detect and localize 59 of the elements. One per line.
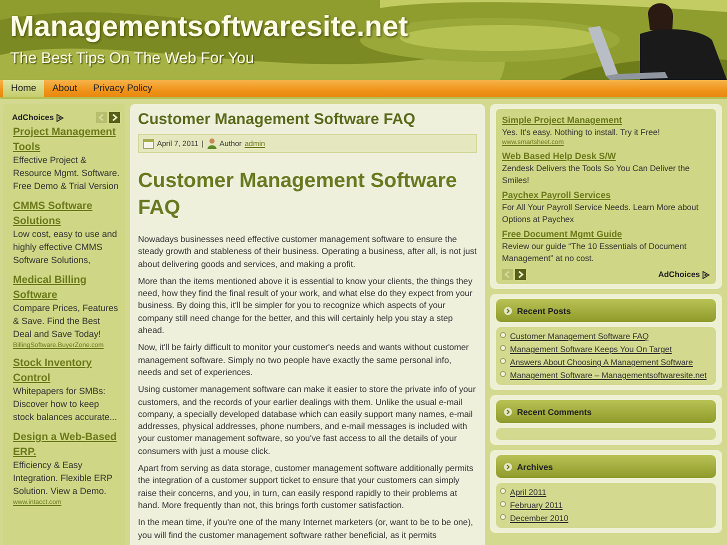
ad-text: Effective Project & Resource Mgmt. Software. Free Demo & Trial Version bbox=[13, 154, 120, 193]
bullet-icon bbox=[500, 345, 506, 351]
bullet-icon bbox=[500, 332, 506, 338]
ad-title-link[interactable]: Stock Inventory Control bbox=[13, 356, 120, 385]
ad-title-link[interactable]: Web Based Help Desk S/W bbox=[502, 150, 710, 162]
nav-tab[interactable]: Home bbox=[3, 80, 44, 97]
adchoices-label[interactable]: AdChoices bbox=[658, 270, 700, 279]
bullet-icon bbox=[500, 488, 506, 494]
person-icon bbox=[206, 138, 217, 149]
ad-title-link[interactable]: Paychex Payroll Services bbox=[502, 189, 710, 201]
adchoices-label[interactable]: AdChoices bbox=[12, 113, 54, 122]
ad-text: Efficiency & Easy Integration. Flexible ERP Solution. View a Demo. bbox=[13, 459, 114, 498]
widget-title: Recent Posts bbox=[517, 306, 571, 316]
adchoices-icon bbox=[702, 270, 710, 278]
widget-link[interactable]: Management Software – Managementsoftwaresite.net bbox=[510, 369, 707, 382]
ad-text: Low cost, easy to use and highly effective CMMS Software Solutions, bbox=[13, 228, 118, 267]
widget-link[interactable]: December 2010 bbox=[510, 512, 568, 525]
next-button[interactable] bbox=[515, 269, 526, 280]
post-heading: Customer Management Software FAQ bbox=[138, 168, 458, 221]
ad-text: For All Your Payroll Service Needs. Learn More about Options at Paychex bbox=[502, 201, 700, 225]
ad-title-link[interactable]: CMMS Software Solutions bbox=[13, 199, 120, 228]
widget-link[interactable]: Answers About Choosing A Management Software bbox=[510, 356, 693, 369]
ad-title-link[interactable]: Design a Web-Based ERP. bbox=[13, 430, 120, 459]
bullet-icon bbox=[500, 371, 506, 377]
widget-link[interactable]: April 2011 bbox=[510, 486, 546, 499]
arrow-circle-icon bbox=[504, 408, 512, 416]
ad-text: Whitepapers for SMBs: Discover how to keep stock balances accurate... bbox=[13, 385, 118, 424]
ad-text: Zendesk Delivers the Tools So You Can Deliver the Smiles! bbox=[502, 162, 691, 186]
arrow-circle-icon bbox=[504, 306, 512, 314]
ad-title-link[interactable]: Free Document Mgmt Guide bbox=[502, 228, 710, 240]
next-button[interactable] bbox=[109, 112, 120, 123]
ad-text: Review our guide “The 10 Essentials of Document Management” at no cost. bbox=[502, 240, 688, 264]
widget-link[interactable]: Management Software Keeps You On Target bbox=[510, 343, 672, 356]
adchoices-icon bbox=[56, 114, 64, 122]
site-title: Managementsoftwaresite.net bbox=[10, 10, 410, 44]
post-paragraph: In the mean time, if you're one of the many Internet marketers (or, want to be to be one), you will find the customer management software rather beneficial, as it permits bbox=[138, 516, 474, 541]
bullet-icon bbox=[500, 358, 506, 364]
post-paragraph: More than the items mentioned above it is essential to know your clients, the things they need, how they find the final result of your work, and what else do they expect from your business. By doing this, it'll be simpler for you to recognize which aspects of your company still need change for the better, and this will certainly help you stay a step ahead. bbox=[138, 274, 474, 336]
bullet-icon bbox=[500, 501, 506, 507]
site-tagline: The Best Tips On The Web For You bbox=[10, 50, 256, 68]
ad-text: Compare Prices, Features & Save. Find the Best Deal and Save Today! bbox=[13, 302, 120, 341]
arrow-circle-icon bbox=[504, 462, 512, 470]
post-paragraph: Using customer management software can make it easier to store the private info of your customers, and the records of your earlier dealings with them. Unlike the usual e-mail company, a specially developed database which can easily support many names, e-mail addresses, physical addresses, phone numbers, and e-mail messages is included with your customer management software, so you've fast access to all the details of your consumers with just a mouse click. bbox=[138, 383, 477, 458]
nav-tab[interactable]: Privacy Policy bbox=[85, 80, 160, 97]
ad-title-link[interactable]: Medical Billing Software bbox=[13, 273, 120, 302]
widget-title: Archives bbox=[517, 462, 553, 472]
widget-title: Recent Comments bbox=[517, 406, 592, 416]
post-paragraph: Apart from serving as data storage, customer management software additionally permits the integration of a customer support ticket to ensure that your customers can simply raise their concerns, and you, in turn, can easily respond rapidly to their problems at hand. More frequently than not, this brings forth customer satisfaction. bbox=[138, 462, 474, 512]
widget-link[interactable]: February 2011 bbox=[510, 499, 563, 512]
post-paragraph: Now, it'll be fairly difficult to monitor your customer's needs and wants without customer management software. Simply no two people have exactly the same personal info, needs and set of experiences. bbox=[138, 341, 470, 378]
ad-title-link[interactable]: Project Management Tools bbox=[13, 125, 120, 154]
nav-tab[interactable]: About bbox=[44, 80, 86, 97]
widget-link[interactable]: Customer Management Software FAQ bbox=[510, 330, 649, 343]
ad-title-link[interactable]: Simple Project Management bbox=[502, 114, 710, 126]
ad-text: Yes. It's easy. Nothing to install. Try it Free! bbox=[502, 126, 661, 138]
bullet-icon bbox=[500, 514, 506, 520]
post-paragraph: Nowadays businesses need effective customer management software to ensure the steady growth and stableness of their business. Operating a business, after all, is not just about delivering goods and services, and making a profit. bbox=[138, 233, 477, 270]
calendar-icon bbox=[143, 138, 154, 149]
post-title: Customer Management Software FAQ bbox=[138, 110, 416, 130]
